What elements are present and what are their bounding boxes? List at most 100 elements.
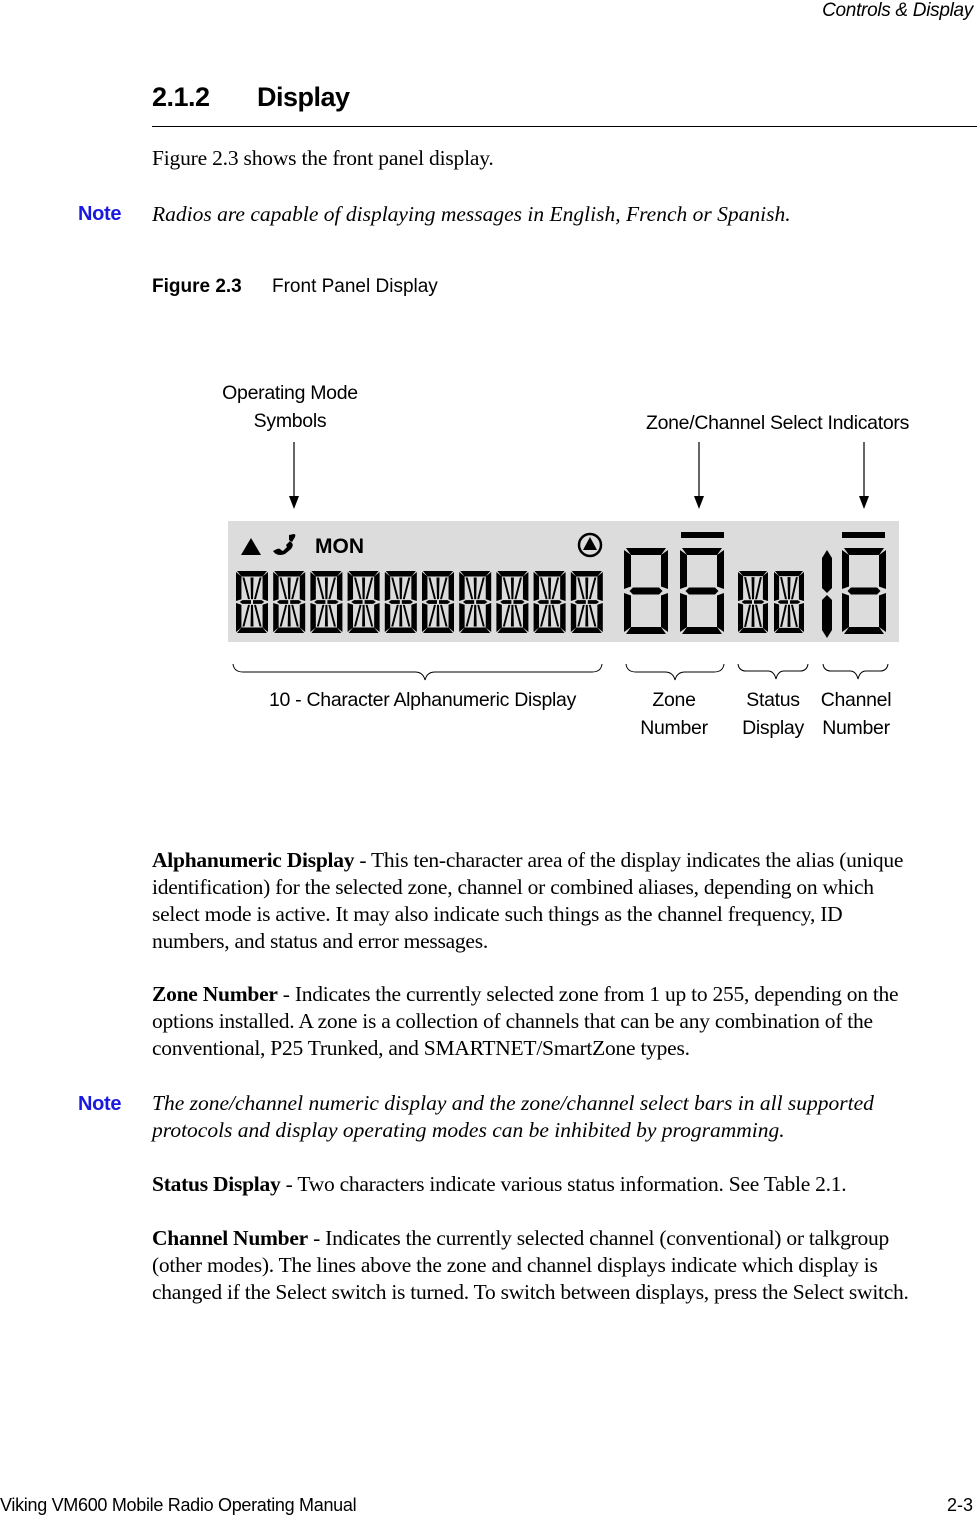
segment	[571, 571, 602, 577]
segment	[287, 604, 291, 627]
segment	[534, 627, 565, 633]
channel-select-bar	[842, 532, 885, 538]
callout-zone-line2: Number	[640, 717, 708, 739]
segment	[685, 587, 719, 595]
segment	[348, 571, 379, 577]
segment	[459, 603, 465, 632]
segment	[661, 593, 668, 632]
paragraph-line: conventional, P25 Trunked, and SMARTNET/…	[152, 1036, 690, 1060]
segment	[348, 627, 379, 633]
term-alphanumeric: Alphanumeric Display	[152, 848, 355, 872]
segment	[570, 603, 577, 632]
paragraph-alphanumeric: Alphanumeric Display - This ten-characte…	[152, 847, 977, 955]
term-separator: -	[307, 1226, 326, 1250]
segment	[299, 572, 306, 601]
segment	[385, 571, 416, 577]
segment	[274, 571, 305, 577]
segment	[798, 572, 804, 601]
segment	[629, 587, 663, 595]
paragraph-line: Indicates the currently selected channel…	[325, 1226, 890, 1250]
front-panel-figure: MON	[228, 442, 899, 681]
segment	[374, 603, 380, 632]
segment	[847, 587, 881, 595]
segment	[459, 572, 465, 601]
segment	[336, 572, 343, 601]
segment	[374, 572, 380, 601]
segment	[236, 572, 242, 601]
segment	[624, 550, 631, 589]
segment	[399, 604, 403, 627]
term-separator: -	[280, 1172, 298, 1196]
brace-alphanumeric	[232, 663, 603, 681]
segment	[717, 550, 724, 589]
paragraph-channel-number: Channel Number - Indicates the currently…	[152, 1225, 977, 1306]
segment	[299, 603, 306, 632]
segment	[460, 627, 491, 633]
callout-zone-line1: Zone	[652, 689, 696, 711]
segment	[738, 603, 744, 632]
term-separator: -	[354, 848, 372, 872]
segment	[533, 603, 540, 632]
segment	[879, 593, 886, 632]
segment	[751, 604, 755, 627]
zone-select-bar	[681, 532, 724, 538]
segment	[497, 571, 528, 577]
paragraph-line: Two characters indicate various status i…	[297, 1172, 847, 1196]
segment	[385, 627, 416, 633]
callout-status-line2: Display	[742, 717, 804, 739]
segment	[774, 603, 780, 632]
mon-indicator: MON	[315, 535, 364, 558]
brace-status	[737, 663, 809, 680]
segment	[347, 603, 354, 632]
arrow-operating-mode	[289, 442, 299, 509]
segment	[842, 593, 849, 632]
note-text: The zone/channel numeric display and the…	[152, 1090, 977, 1144]
segment	[822, 550, 832, 593]
segment	[485, 572, 492, 601]
segment	[473, 604, 477, 627]
segment	[624, 593, 631, 632]
segment	[384, 572, 391, 601]
segment	[411, 572, 417, 601]
segment	[362, 604, 366, 627]
segment	[336, 603, 343, 632]
segment	[423, 627, 453, 633]
segment	[347, 572, 354, 601]
paragraph-line: select mode is active. It may also indic…	[152, 902, 843, 926]
segment	[560, 603, 566, 632]
segment	[496, 603, 502, 632]
paragraph-line: changed if the Select switch is turned. …	[152, 1280, 909, 1304]
segment	[534, 571, 565, 577]
segment	[548, 577, 552, 600]
paragraph-status-display: Status Display - Two characters indicate…	[152, 1171, 977, 1198]
segment	[775, 627, 803, 633]
segment	[775, 571, 803, 577]
callout-alphanumeric: 10 - Character Alphanumeric Display	[268, 689, 577, 711]
segment	[762, 572, 768, 601]
segment	[597, 572, 603, 601]
brace-zone	[625, 663, 725, 681]
callout-channel-line1: Channel	[820, 689, 892, 711]
segment	[274, 627, 305, 633]
term-zone-number: Zone Number	[152, 982, 278, 1006]
segment	[262, 572, 268, 601]
term-status-display: Status Display	[152, 1172, 281, 1196]
segment	[571, 627, 602, 633]
segment	[774, 572, 780, 601]
paragraph-line: This ten-character area of the display i…	[371, 848, 904, 872]
callout-channel-number: Channel Number	[815, 686, 897, 742]
segment	[585, 604, 589, 627]
segment	[626, 548, 666, 555]
segment	[324, 604, 328, 627]
segment	[510, 604, 514, 627]
segment	[448, 603, 454, 632]
segment	[787, 577, 791, 600]
segment	[237, 571, 267, 577]
segment	[738, 572, 744, 601]
segment	[879, 550, 886, 589]
segment	[560, 572, 566, 601]
segment	[762, 603, 768, 632]
segment	[273, 572, 279, 601]
segment	[822, 595, 832, 638]
segment	[310, 572, 316, 601]
